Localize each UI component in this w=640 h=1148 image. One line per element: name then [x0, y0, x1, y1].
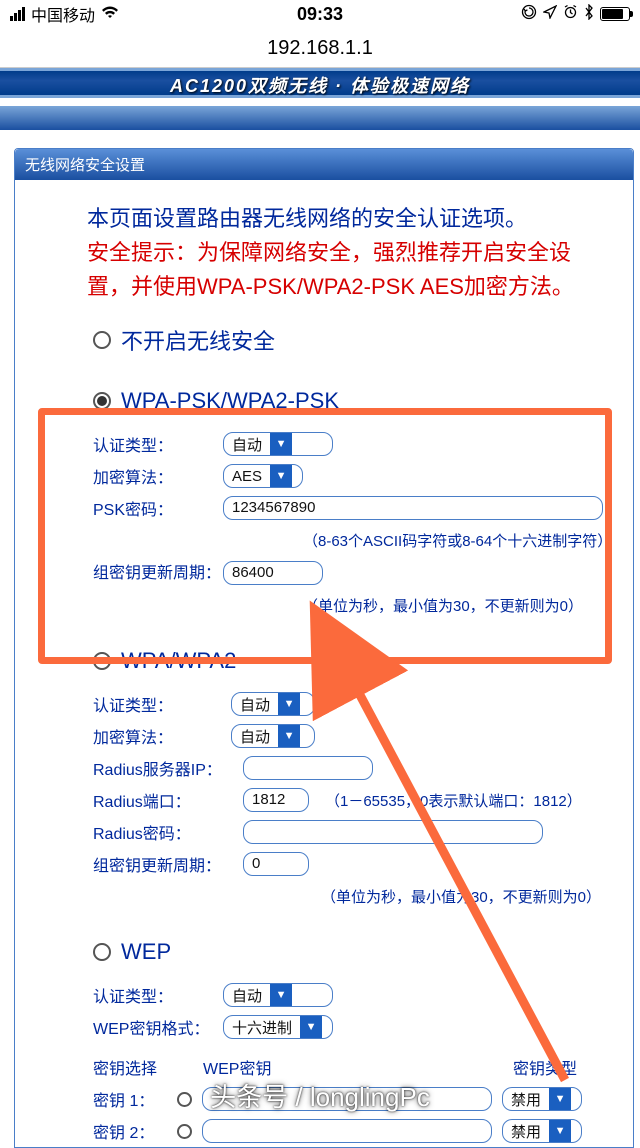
- group-key-label: 组密钥更新周期：: [93, 852, 243, 876]
- option-disable-label: 不开启无线安全: [121, 324, 275, 356]
- radio-icon[interactable]: [93, 392, 111, 410]
- option-wep[interactable]: WEP: [15, 921, 633, 977]
- wep-format-select[interactable]: 十六进制▼: [223, 1015, 333, 1039]
- option-disable-security[interactable]: 不开启无线安全: [15, 312, 633, 368]
- location-icon: [543, 5, 557, 24]
- group-key-hint: （单位为秒，最小值为30，不更新则为0）: [93, 589, 633, 622]
- auth-type-label: 认证类型：: [93, 692, 231, 716]
- radio-icon[interactable]: [177, 1092, 192, 1107]
- radius-pwd-input[interactable]: [243, 820, 543, 844]
- wep-key1-input[interactable]: [202, 1087, 492, 1111]
- chevron-down-icon: ▼: [270, 433, 292, 455]
- key1-label: 密钥 1：: [93, 1087, 167, 1111]
- encryption-label: 加密算法：: [93, 464, 223, 488]
- key2-label: 密钥 2：: [93, 1119, 167, 1143]
- option-wpa-label: WPA/WPA2: [121, 648, 236, 674]
- radio-icon[interactable]: [93, 652, 111, 670]
- auth-type-select[interactable]: 自动▼: [223, 432, 333, 456]
- auth-type-select[interactable]: 自动▼: [231, 692, 315, 716]
- rotation-lock-icon: [521, 4, 537, 25]
- chevron-down-icon: ▼: [270, 465, 292, 487]
- radius-ip-label: Radius服务器IP：: [93, 756, 243, 780]
- encryption-select[interactable]: 自动▼: [231, 724, 315, 748]
- psk-password-input[interactable]: 1234567890: [223, 496, 603, 520]
- radius-ip-input[interactable]: [243, 756, 373, 780]
- col-key: WEP密钥: [203, 1055, 513, 1079]
- wep-columns-header: 密钥选择 WEP密钥 密钥类型: [15, 1051, 633, 1083]
- chevron-down-icon: ▼: [278, 725, 300, 747]
- radius-port-input[interactable]: 1812: [243, 788, 309, 812]
- radius-pwd-label: Radius密码：: [93, 820, 243, 844]
- wpa-psk-section: 认证类型： 自动▼ 加密算法： AES▼ PSK密码： 1234567890 （…: [15, 426, 633, 630]
- wep-key2-type-select[interactable]: 禁用▼: [502, 1119, 582, 1143]
- group-key-input[interactable]: 86400: [223, 561, 323, 585]
- wep-key1-type-select[interactable]: 禁用▼: [502, 1087, 582, 1111]
- auth-type-select[interactable]: 自动▼: [223, 983, 333, 1007]
- wifi-icon: [101, 5, 119, 24]
- wpa-section: 认证类型： 自动▼ 加密算法： 自动▼ Radius服务器IP： Radius端…: [15, 686, 633, 921]
- auth-type-label: 认证类型：: [93, 983, 223, 1007]
- status-time: 09:33: [297, 4, 343, 25]
- decorative-strip: [0, 106, 640, 130]
- option-wpa-psk-label: WPA-PSK/WPA2-PSK: [121, 388, 339, 414]
- security-panel: 无线网络安全设置 本页面设置路由器无线网络的安全认证选项。 安全提示：为保障网络…: [14, 148, 634, 1148]
- status-bar: 中国移动 09:33: [0, 0, 640, 28]
- intro-text: 本页面设置路由器无线网络的安全认证选项。 安全提示：为保障网络安全，强烈推荐开启…: [15, 180, 633, 312]
- option-wep-label: WEP: [121, 939, 171, 965]
- group-key-input[interactable]: 0: [243, 852, 309, 876]
- encryption-label: 加密算法：: [93, 724, 231, 748]
- battery-icon: [600, 7, 630, 21]
- carrier-label: 中国移动: [31, 2, 95, 26]
- intro-warning: 安全提示：为保障网络安全，强烈推荐开启安全设置，并使用WPA-PSK/WPA2-…: [87, 236, 593, 304]
- group-key-label: 组密钥更新周期：: [93, 564, 223, 583]
- radio-icon[interactable]: [93, 943, 111, 961]
- radio-icon[interactable]: [93, 331, 111, 349]
- chevron-down-icon: ▼: [278, 693, 300, 715]
- col-select: 密钥选择: [93, 1055, 203, 1079]
- auth-type-label: 认证类型：: [93, 432, 223, 456]
- chevron-down-icon: ▼: [270, 984, 292, 1006]
- product-banner: AC1200双频无线 · 体验极速网络: [0, 68, 640, 98]
- wep-format-label: WEP密钥格式：: [93, 1015, 223, 1039]
- radius-port-hint: （1－65535，0表示默认端口：1812）: [325, 790, 582, 811]
- group-key-hint: （单位为秒，最小值为30，不更新则为0）: [93, 880, 633, 913]
- encryption-select[interactable]: AES▼: [223, 464, 303, 488]
- psk-hint: （8-63个ASCII码字符或8-64个十六进制字符）: [93, 524, 633, 557]
- intro-line1: 本页面设置路由器无线网络的安全认证选项。: [87, 202, 593, 236]
- alarm-icon: [563, 4, 578, 24]
- url-bar[interactable]: 192.168.1.1: [0, 28, 640, 68]
- wep-key-row-1: 密钥 1： 禁用▼: [15, 1083, 633, 1115]
- chevron-down-icon: ▼: [300, 1016, 322, 1038]
- psk-password-label: PSK密码：: [93, 496, 223, 520]
- radius-port-label: Radius端口：: [93, 788, 243, 812]
- col-type: 密钥类型: [513, 1055, 577, 1079]
- signal-icon: [10, 7, 25, 21]
- option-wpa[interactable]: WPA/WPA2: [15, 630, 633, 686]
- chevron-down-icon: ▼: [549, 1088, 571, 1110]
- option-wpa-psk[interactable]: WPA-PSK/WPA2-PSK: [15, 368, 633, 426]
- wep-section: 认证类型： 自动▼ WEP密钥格式： 十六进制▼: [15, 977, 633, 1051]
- bluetooth-icon: [584, 4, 594, 25]
- radio-icon[interactable]: [177, 1124, 192, 1139]
- wep-key2-input[interactable]: [202, 1119, 492, 1143]
- chevron-down-icon: ▼: [549, 1120, 571, 1142]
- wep-key-row-2: 密钥 2： 禁用▼: [15, 1115, 633, 1147]
- panel-title: 无线网络安全设置: [15, 149, 633, 180]
